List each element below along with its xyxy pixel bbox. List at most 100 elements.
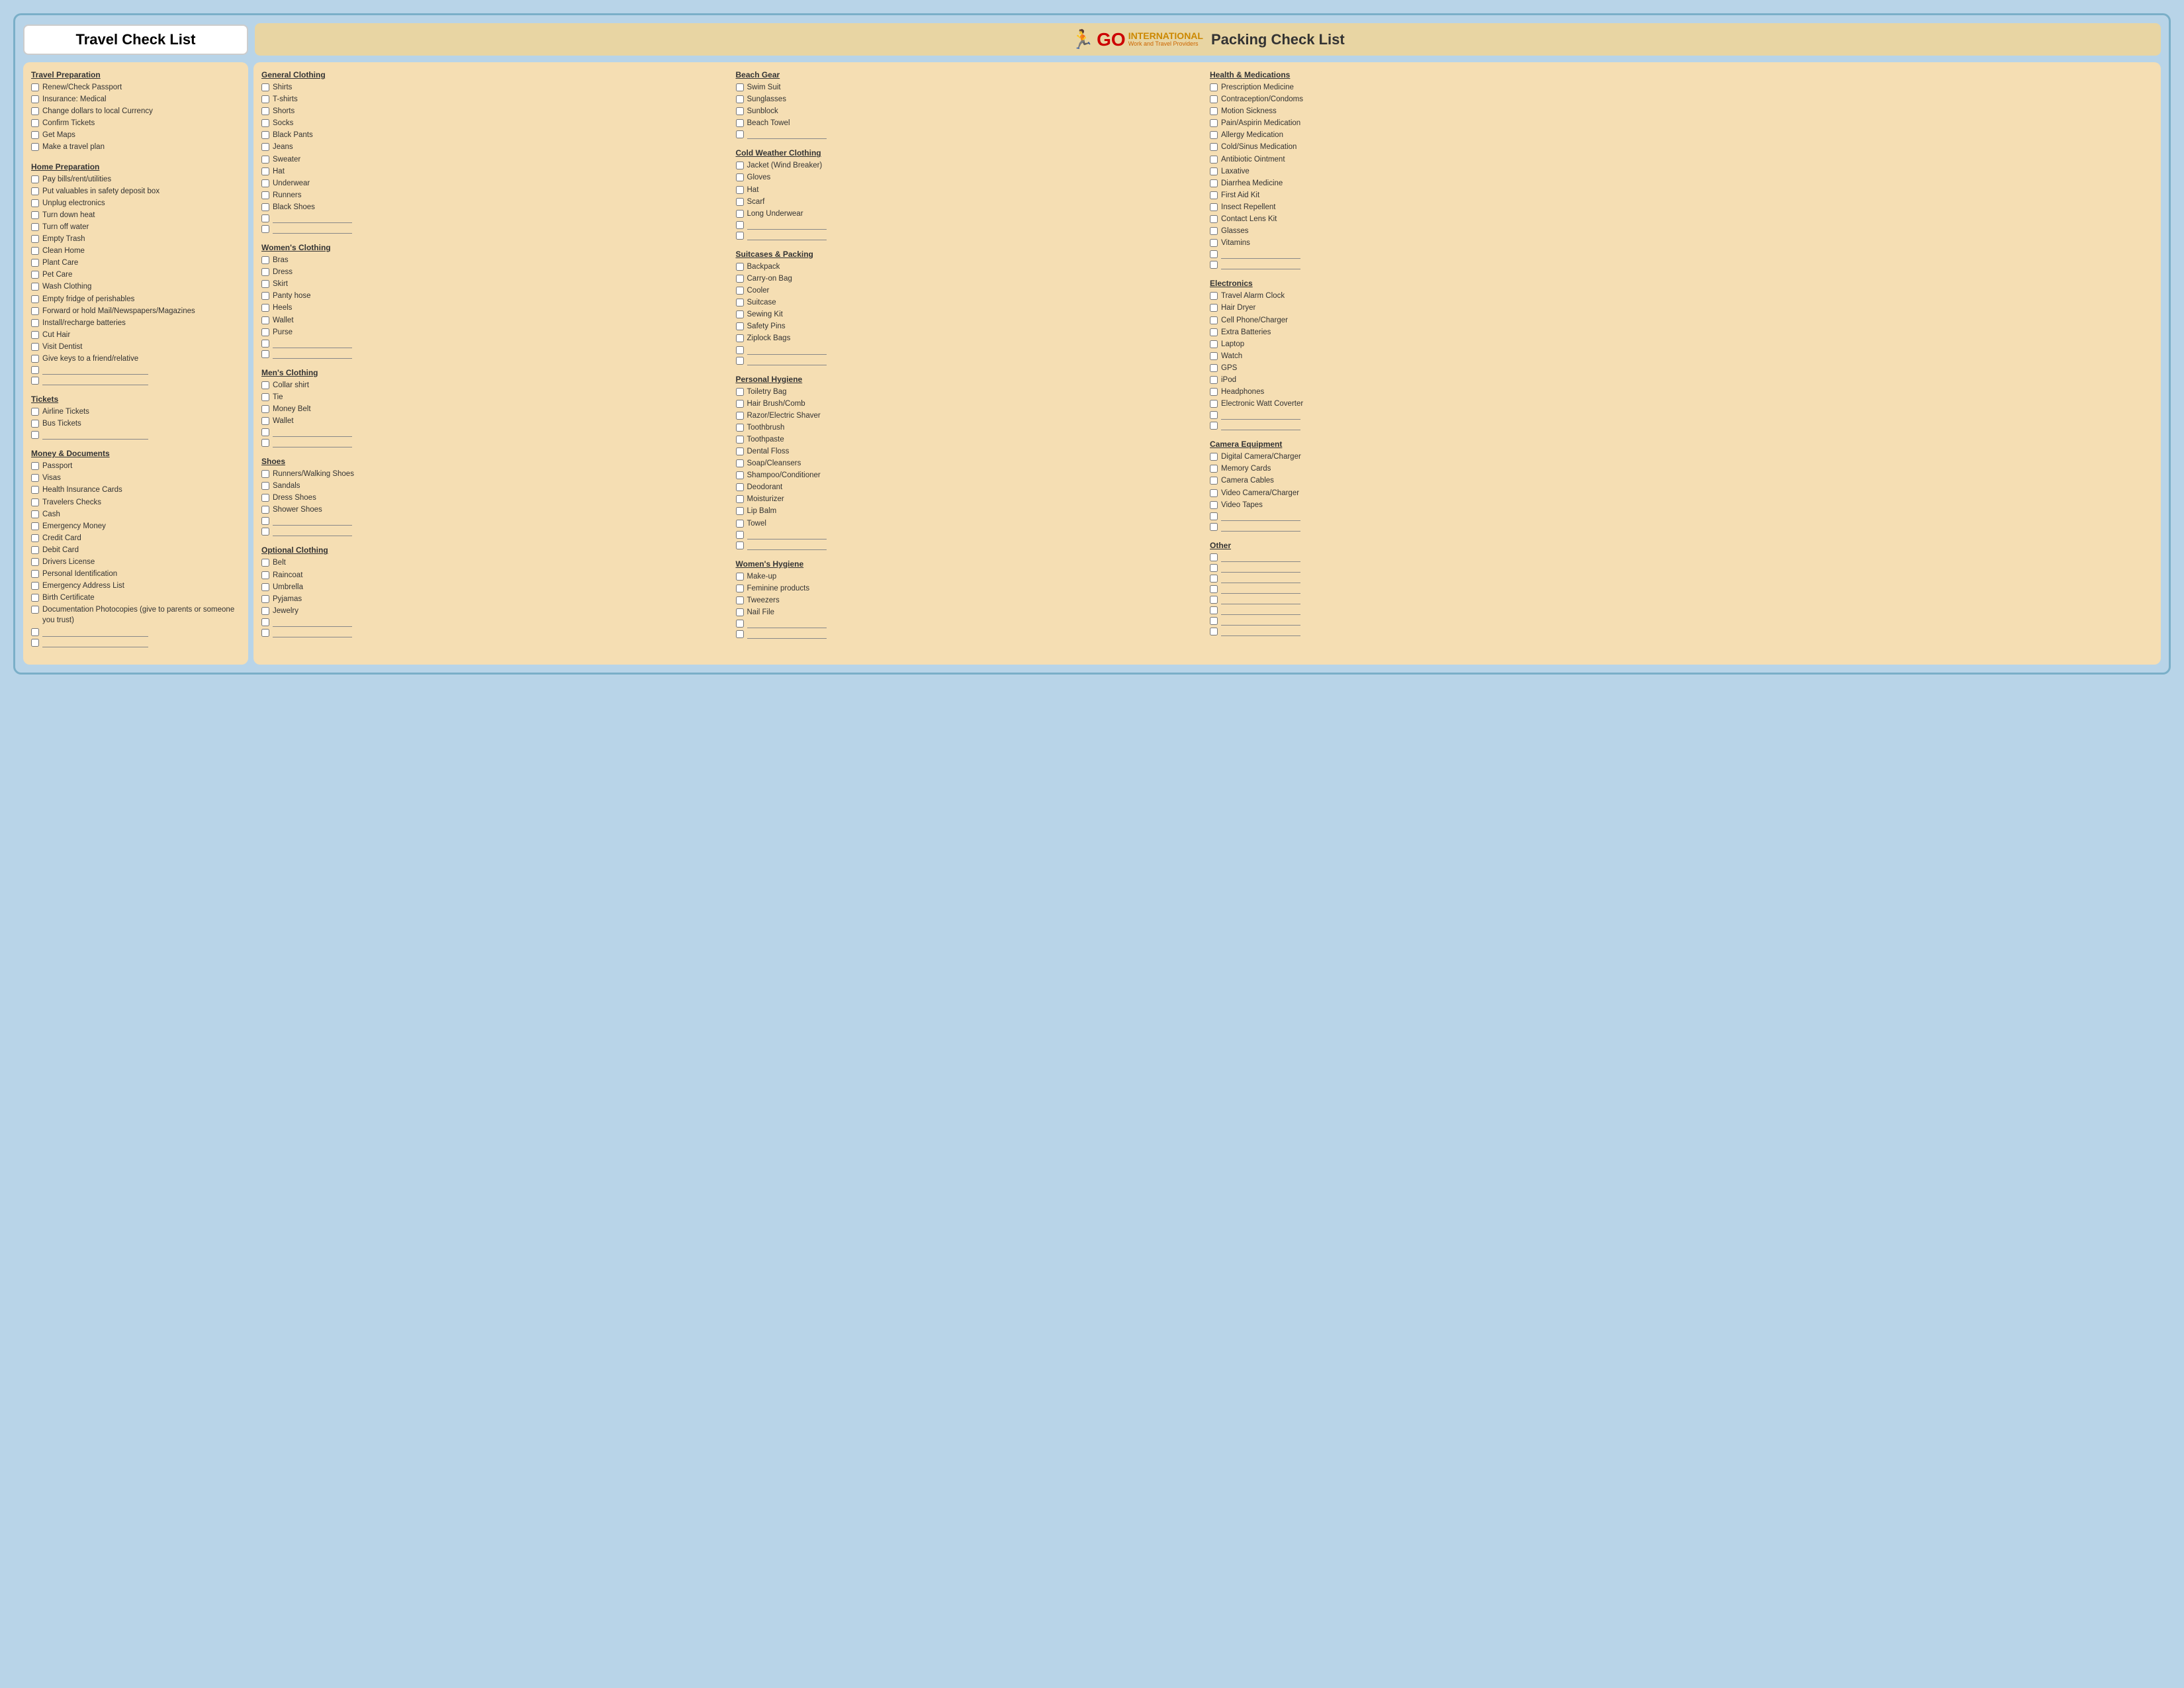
checkbox[interactable] <box>31 366 39 374</box>
checkbox[interactable] <box>261 225 269 233</box>
checkbox[interactable] <box>736 585 744 592</box>
checkbox[interactable] <box>261 179 269 187</box>
checkbox[interactable] <box>261 583 269 591</box>
checkbox[interactable] <box>736 459 744 467</box>
checkbox[interactable] <box>261 629 269 637</box>
checkbox[interactable] <box>261 214 269 222</box>
checkbox[interactable] <box>31 319 39 327</box>
checkbox[interactable] <box>31 271 39 279</box>
checkbox[interactable] <box>31 462 39 470</box>
checkbox[interactable] <box>1210 227 1218 235</box>
checkbox[interactable] <box>261 595 269 603</box>
checkbox[interactable] <box>1210 388 1218 396</box>
checkbox[interactable] <box>261 506 269 514</box>
checkbox[interactable] <box>1210 512 1218 520</box>
checkbox[interactable] <box>261 417 269 425</box>
checkbox[interactable] <box>1210 191 1218 199</box>
checkbox[interactable] <box>1210 352 1218 360</box>
checkbox[interactable] <box>736 573 744 581</box>
checkbox[interactable] <box>261 482 269 490</box>
checkbox[interactable] <box>1210 606 1218 614</box>
checkbox[interactable] <box>261 528 269 536</box>
checkbox[interactable] <box>261 203 269 211</box>
checkbox[interactable] <box>736 471 744 479</box>
checkbox[interactable] <box>736 436 744 444</box>
checkbox[interactable] <box>1210 376 1218 384</box>
checkbox[interactable] <box>736 95 744 103</box>
checkbox[interactable] <box>1210 261 1218 269</box>
checkbox[interactable] <box>736 232 744 240</box>
checkbox[interactable] <box>736 388 744 396</box>
checkbox[interactable] <box>1210 628 1218 635</box>
checkbox[interactable] <box>1210 215 1218 223</box>
checkbox[interactable] <box>1210 364 1218 372</box>
checkbox[interactable] <box>261 256 269 264</box>
checkbox[interactable] <box>736 424 744 432</box>
checkbox[interactable] <box>261 83 269 91</box>
checkbox[interactable] <box>736 483 744 491</box>
checkbox[interactable] <box>261 350 269 358</box>
checkbox[interactable] <box>1210 617 1218 625</box>
checkbox[interactable] <box>1210 304 1218 312</box>
checkbox[interactable] <box>736 107 744 115</box>
checkbox[interactable] <box>31 408 39 416</box>
checkbox[interactable] <box>31 211 39 219</box>
checkbox[interactable] <box>31 223 39 231</box>
checkbox[interactable] <box>261 494 269 502</box>
checkbox[interactable] <box>261 316 269 324</box>
checkbox[interactable] <box>736 541 744 549</box>
checkbox[interactable] <box>31 199 39 207</box>
checkbox[interactable] <box>261 340 269 348</box>
checkbox[interactable] <box>736 275 744 283</box>
checkbox[interactable] <box>31 143 39 151</box>
checkbox[interactable] <box>1210 465 1218 473</box>
checkbox[interactable] <box>736 322 744 330</box>
checkbox[interactable] <box>736 630 744 638</box>
checkbox[interactable] <box>1210 95 1218 103</box>
checkbox[interactable] <box>1210 292 1218 300</box>
checkbox[interactable] <box>261 559 269 567</box>
checkbox[interactable] <box>261 292 269 300</box>
checkbox[interactable] <box>1210 585 1218 593</box>
checkbox[interactable] <box>1210 316 1218 324</box>
checkbox[interactable] <box>736 119 744 127</box>
checkbox[interactable] <box>261 607 269 615</box>
checkbox[interactable] <box>261 280 269 288</box>
checkbox[interactable] <box>1210 107 1218 115</box>
checkbox[interactable] <box>736 186 744 194</box>
checkbox[interactable] <box>736 210 744 218</box>
checkbox[interactable] <box>1210 250 1218 258</box>
checkbox[interactable] <box>736 263 744 271</box>
checkbox[interactable] <box>261 107 269 115</box>
checkbox[interactable] <box>31 606 39 614</box>
checkbox[interactable] <box>31 474 39 482</box>
checkbox[interactable] <box>31 522 39 530</box>
checkbox[interactable] <box>261 191 269 199</box>
checkbox[interactable] <box>1210 501 1218 509</box>
checkbox[interactable] <box>1210 575 1218 583</box>
checkbox[interactable] <box>261 268 269 276</box>
checkbox[interactable] <box>1210 131 1218 139</box>
checkbox[interactable] <box>736 596 744 604</box>
checkbox[interactable] <box>31 235 39 243</box>
checkbox[interactable] <box>736 608 744 616</box>
checkbox[interactable] <box>1210 203 1218 211</box>
checkbox[interactable] <box>31 431 39 439</box>
checkbox[interactable] <box>1210 179 1218 187</box>
checkbox[interactable] <box>261 131 269 139</box>
checkbox[interactable] <box>31 187 39 195</box>
checkbox[interactable] <box>1210 411 1218 419</box>
checkbox[interactable] <box>1210 143 1218 151</box>
checkbox[interactable] <box>736 447 744 455</box>
checkbox[interactable] <box>1210 596 1218 604</box>
checkbox[interactable] <box>261 95 269 103</box>
checkbox[interactable] <box>736 400 744 408</box>
checkbox[interactable] <box>261 439 269 447</box>
checkbox[interactable] <box>31 331 39 339</box>
checkbox[interactable] <box>31 107 39 115</box>
checkbox[interactable] <box>736 412 744 420</box>
checkbox[interactable] <box>31 95 39 103</box>
checkbox[interactable] <box>736 346 744 354</box>
checkbox[interactable] <box>31 247 39 255</box>
checkbox[interactable] <box>736 334 744 342</box>
